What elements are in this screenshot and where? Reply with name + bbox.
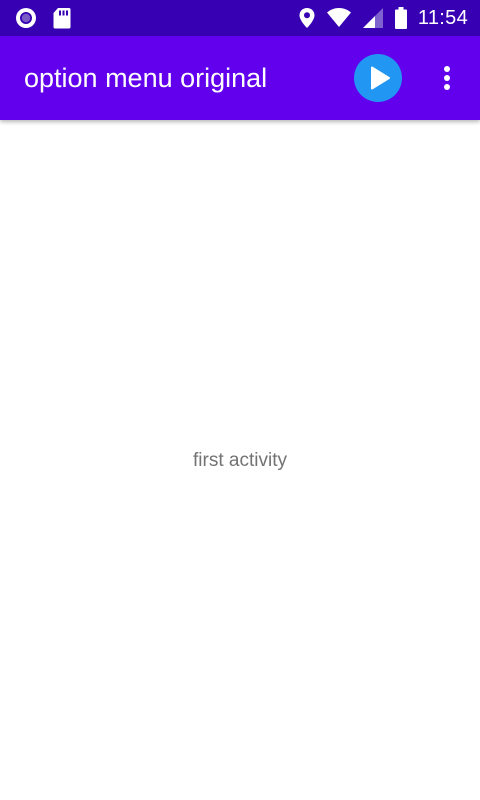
location-icon (299, 8, 315, 28)
wifi-icon (326, 8, 351, 27)
more-vert-icon (444, 66, 450, 90)
sd-card-icon (53, 8, 71, 29)
status-bar-right: 11:54 (298, 6, 468, 30)
status-bar: 11:54 (0, 0, 480, 36)
app-title: option menu original (24, 63, 268, 93)
main-content: first activity (0, 120, 480, 800)
screen: 11:54 option menu original first activit… (0, 0, 480, 800)
app-bar: option menu original (0, 36, 480, 120)
status-bar-left (14, 6, 72, 30)
status-bar-time: 11:54 (417, 6, 468, 29)
play-button[interactable] (354, 54, 402, 102)
play-icon (371, 66, 390, 90)
notification-circle-icon (16, 8, 36, 28)
signal-icon (362, 8, 383, 28)
activity-label: first activity (193, 450, 287, 471)
overflow-menu-button[interactable] (428, 54, 464, 102)
battery-icon (394, 7, 407, 29)
